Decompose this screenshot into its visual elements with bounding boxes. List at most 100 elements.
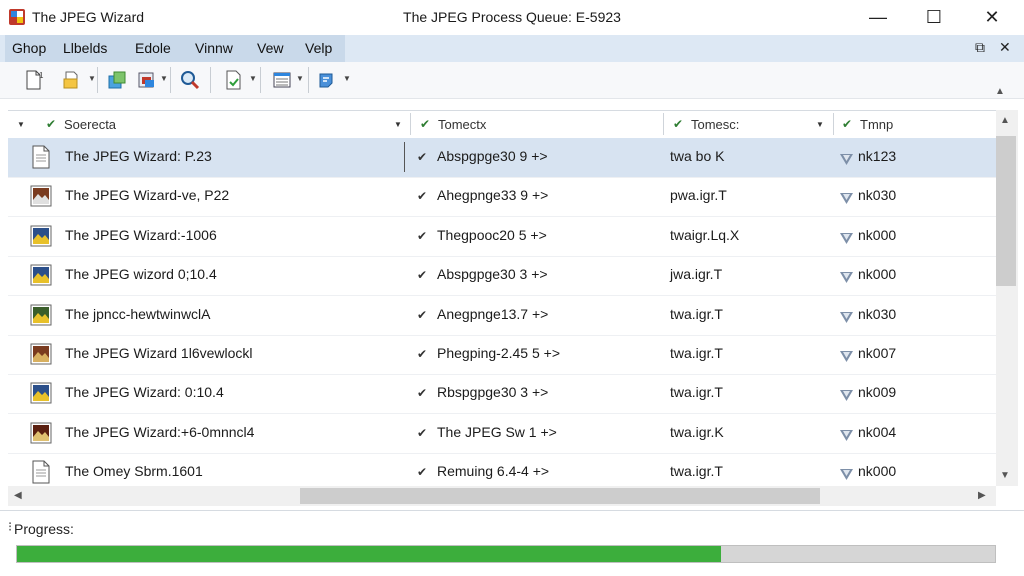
column-header-status[interactable]: Tomectx bbox=[438, 117, 486, 132]
row-status: Thegpooc20 5 +> bbox=[437, 227, 547, 243]
svg-text:1: 1 bbox=[39, 71, 44, 80]
toolbar-separator bbox=[308, 67, 309, 93]
check-icon: ✔ bbox=[417, 229, 428, 243]
batch-icon[interactable] bbox=[133, 67, 161, 93]
export-dropdown-arrow[interactable]: ▼ bbox=[249, 74, 257, 83]
scroll-up-arrow[interactable]: ▲ bbox=[1000, 115, 1010, 126]
open-folder-icon[interactable] bbox=[58, 67, 86, 93]
row-status: Remuing 6.4-4 +> bbox=[437, 463, 550, 479]
row-name: The JPEG Wizard: P.23 bbox=[65, 148, 212, 164]
toolbar-separator bbox=[97, 67, 98, 93]
tag-icon bbox=[840, 467, 853, 480]
scroll-right-arrow[interactable]: ▶ bbox=[978, 490, 986, 501]
check-icon: ✔ bbox=[417, 150, 428, 164]
document-icon bbox=[30, 460, 52, 484]
row-status: Rbspgpge30 3 +> bbox=[437, 384, 549, 400]
vertical-scroll-thumb[interactable] bbox=[996, 136, 1016, 286]
check-icon: ✔ bbox=[417, 386, 428, 400]
column-dropdown-arrow[interactable]: ▼ bbox=[394, 120, 402, 129]
tag-icon bbox=[840, 310, 853, 323]
tag-icon bbox=[840, 152, 853, 165]
check-icon: ✔ bbox=[417, 426, 428, 440]
row-type: twa.igr.T bbox=[670, 463, 723, 479]
menu-item-vinnw[interactable]: Vinnw bbox=[195, 40, 233, 56]
close-button[interactable]: ✕ bbox=[964, 0, 1020, 35]
column-divider[interactable] bbox=[833, 113, 834, 135]
header-sort-arrow[interactable]: ▼ bbox=[17, 120, 25, 129]
progress-label: Progress: bbox=[14, 521, 74, 537]
checkmark-icon: ✔ bbox=[842, 117, 853, 131]
progress-bar-fill bbox=[17, 546, 721, 562]
column-header-name[interactable]: Soerecta bbox=[64, 117, 116, 132]
row-type: twa bo K bbox=[670, 148, 725, 164]
menu-item-edole[interactable]: Edole bbox=[135, 40, 171, 56]
image-icon bbox=[30, 263, 52, 287]
export-icon[interactable] bbox=[220, 67, 248, 93]
scroll-down-arrow[interactable]: ▼ bbox=[1000, 470, 1010, 481]
image-icon bbox=[30, 184, 52, 208]
row-type: twa.igr.T bbox=[670, 345, 723, 361]
row-status: Abspgpge30 9 +> bbox=[437, 148, 548, 164]
open-dropdown-arrow[interactable]: ▼ bbox=[88, 74, 96, 83]
row-status: Ahegpnge33 9 +> bbox=[437, 187, 549, 203]
column-divider[interactable] bbox=[663, 113, 664, 135]
row-status: Anegpnge13.7 +> bbox=[437, 306, 549, 322]
zoom-icon[interactable] bbox=[176, 67, 204, 93]
status-separator bbox=[0, 510, 1024, 511]
menu-item-velp[interactable]: Velp bbox=[305, 40, 332, 56]
check-icon: ✔ bbox=[417, 465, 428, 479]
checkmark-icon: ✔ bbox=[420, 117, 431, 131]
tag-icon bbox=[840, 191, 853, 204]
check-icon: ✔ bbox=[417, 189, 428, 203]
checkmark-icon: ✔ bbox=[673, 117, 684, 131]
mdi-restore-button[interactable]: ⧉ bbox=[975, 39, 985, 56]
row-tag: nk009 bbox=[858, 384, 897, 400]
new-document-icon[interactable]: 1 bbox=[20, 67, 48, 93]
menu-item-llbelds[interactable]: Llbelds bbox=[63, 40, 107, 56]
row-type: twa.igr.K bbox=[670, 424, 724, 440]
row-tag: nk030 bbox=[858, 306, 897, 322]
tag-icon bbox=[840, 231, 853, 244]
horizontal-scroll-thumb[interactable] bbox=[300, 488, 820, 504]
menu-item-vew[interactable]: Vew bbox=[257, 40, 283, 56]
column-header-type[interactable]: Tomesc: bbox=[691, 117, 739, 132]
check-icon: ✔ bbox=[417, 308, 428, 322]
batch-dropdown-arrow[interactable]: ▼ bbox=[160, 74, 168, 83]
tag-icon bbox=[840, 270, 853, 283]
mdi-close-button[interactable]: ✕ bbox=[999, 39, 1011, 56]
column-header-tag[interactable]: Tmnp bbox=[860, 117, 893, 132]
view-dropdown-arrow[interactable]: ▼ bbox=[296, 74, 304, 83]
document-icon bbox=[30, 145, 52, 169]
package-icon[interactable] bbox=[103, 67, 131, 93]
tag-icon bbox=[840, 428, 853, 441]
text-cursor bbox=[404, 142, 405, 172]
checkmark-icon: ✔ bbox=[46, 117, 57, 131]
row-name: The JPEG Wizard 1l6vewlockl bbox=[65, 345, 253, 361]
minimize-button[interactable]: — bbox=[850, 0, 906, 35]
properties-dropdown-arrow[interactable]: ▼ bbox=[343, 74, 351, 83]
properties-icon[interactable] bbox=[314, 67, 342, 93]
row-type: twa.igr.T bbox=[670, 306, 723, 322]
toolbar-overflow-icon[interactable]: ▲ bbox=[995, 86, 1005, 97]
toolbar-separator bbox=[260, 67, 261, 93]
row-name: The JPEG Wizard-ve, P22 bbox=[65, 187, 230, 203]
row-tag: nk123 bbox=[858, 148, 897, 164]
row-tag: nk000 bbox=[858, 463, 897, 479]
image-icon bbox=[30, 421, 52, 445]
list-view-icon[interactable] bbox=[268, 67, 296, 93]
row-type: twa.igr.T bbox=[670, 384, 723, 400]
maximize-button[interactable]: ☐ bbox=[906, 0, 962, 35]
check-icon: ✔ bbox=[417, 268, 428, 282]
row-type: jwa.igr.T bbox=[670, 266, 723, 282]
column-dropdown-arrow[interactable]: ▼ bbox=[816, 120, 824, 129]
row-tag: nk000 bbox=[858, 227, 897, 243]
menu-item-ghop[interactable]: Ghop bbox=[12, 40, 46, 56]
toolbar-separator bbox=[210, 67, 211, 93]
row-type: pwa.igr.T bbox=[670, 187, 727, 203]
image-icon bbox=[30, 381, 52, 405]
scroll-left-arrow[interactable]: ◀ bbox=[14, 490, 22, 501]
column-divider[interactable] bbox=[410, 113, 411, 135]
row-status: Abspgpge30 3 +> bbox=[437, 266, 548, 282]
row-tag: nk030 bbox=[858, 187, 897, 203]
row-tag: nk004 bbox=[858, 424, 897, 440]
